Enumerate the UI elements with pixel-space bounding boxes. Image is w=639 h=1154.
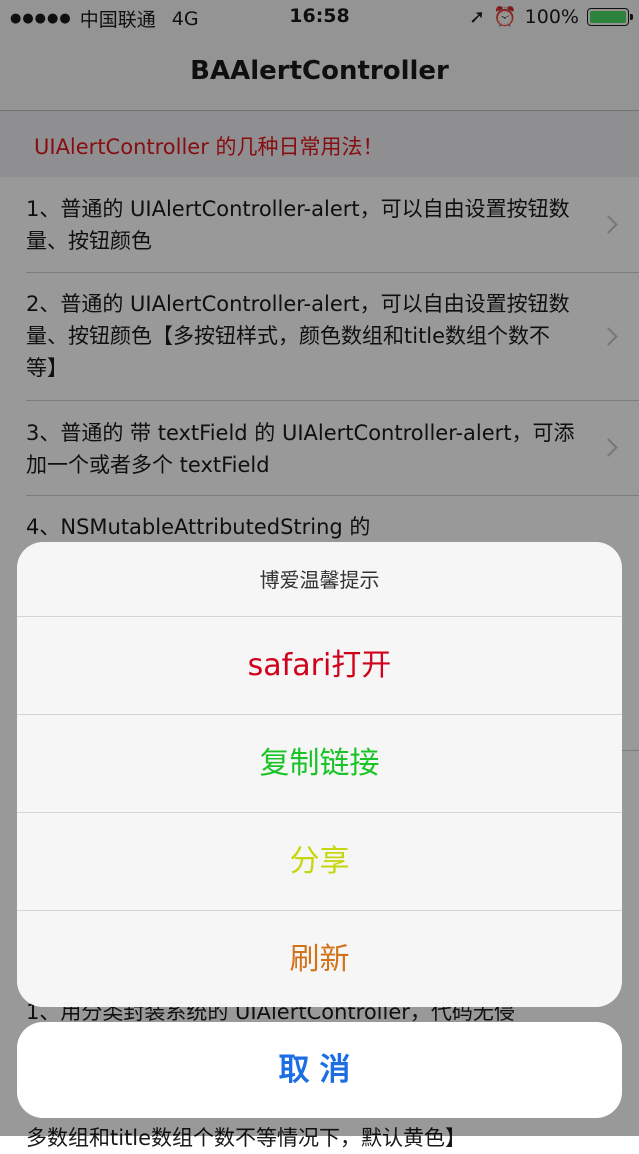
- cancel-button[interactable]: 取消: [17, 1022, 622, 1118]
- action-sheet: 博爱温馨提示 safari打开 复制链接 分享 刷新: [17, 542, 622, 1007]
- refresh-button[interactable]: 刷新: [17, 910, 622, 1007]
- action-sheet-title: 博爱温馨提示: [259, 568, 380, 592]
- open-in-safari-button[interactable]: safari打开: [17, 616, 622, 714]
- share-button[interactable]: 分享: [17, 812, 622, 910]
- copy-link-button[interactable]: 复制链接: [17, 714, 622, 812]
